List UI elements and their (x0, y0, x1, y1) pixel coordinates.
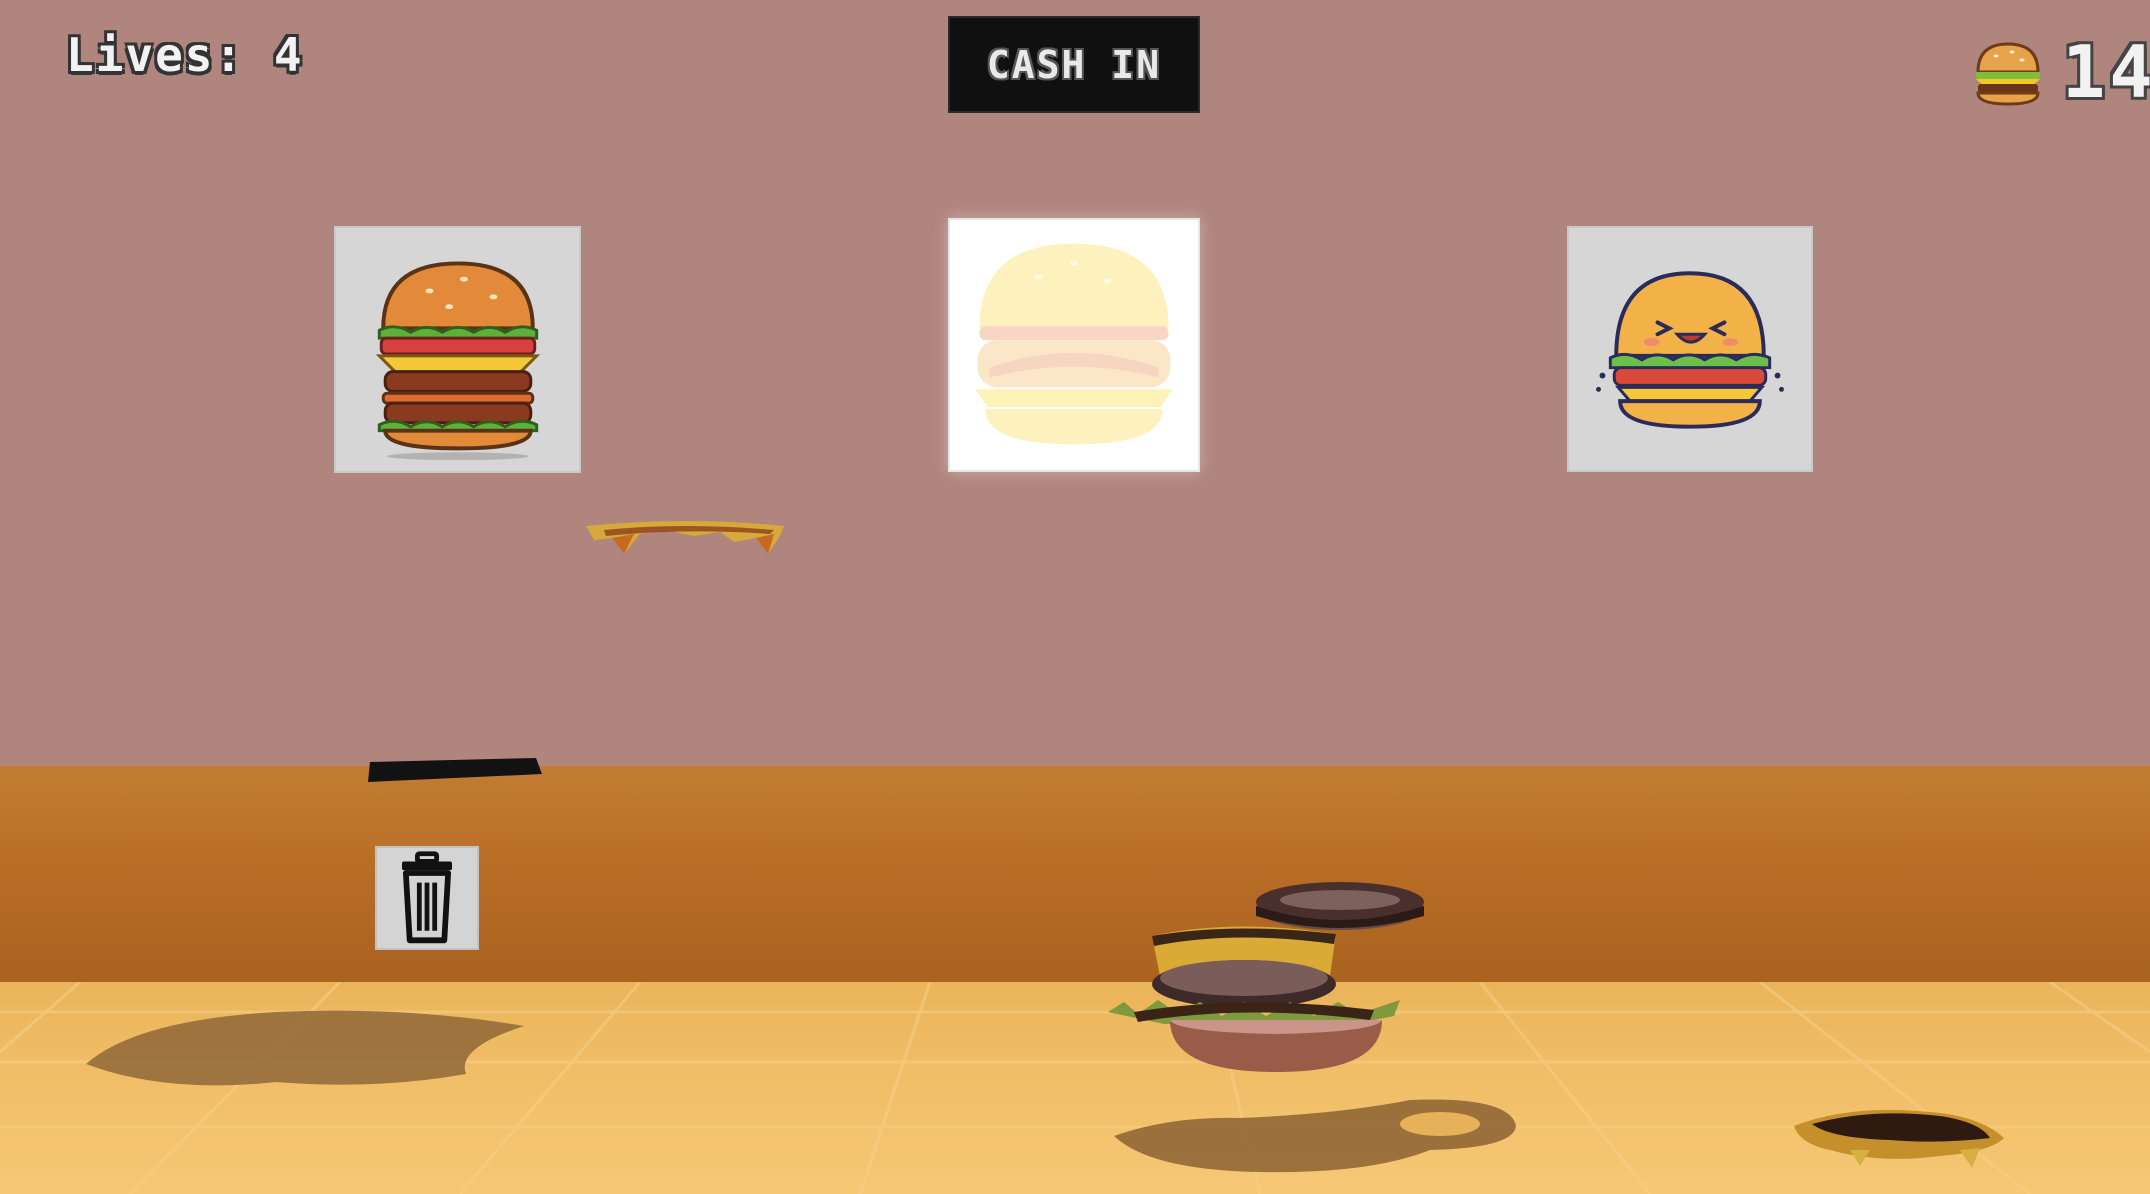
floor-shadow-burger (1110, 1096, 1520, 1176)
score-counter: 14 (2062, 30, 2150, 114)
double-burger-icon (375, 261, 541, 461)
cash-in-label: CASH IN (986, 42, 1162, 87)
smiling-burger-icon (1596, 271, 1784, 429)
burger-icon (1972, 40, 2044, 108)
burger-icon (975, 243, 1173, 445)
trash-bin-button[interactable] (375, 846, 479, 950)
kitchen-counter (0, 766, 2150, 982)
order-card-happy-burger[interactable] (1567, 226, 1813, 472)
cash-in-button[interactable]: CASH IN (948, 16, 1200, 113)
burger-stack[interactable] (1104, 876, 1434, 1076)
order-card-plain-burger[interactable] (948, 218, 1200, 472)
cheese-slice[interactable] (584, 520, 788, 560)
trash-icon (402, 851, 452, 944)
lives-counter: Lives: 4 (66, 28, 304, 82)
game-scene: Lives: 4 CASH IN 14 (0, 0, 2150, 1194)
ingredient-tray (360, 752, 546, 792)
order-card-double-cheeseburger[interactable] (334, 226, 581, 473)
floor-shadow-left (76, 1004, 526, 1094)
burnt-patty[interactable] (1790, 1104, 2010, 1174)
